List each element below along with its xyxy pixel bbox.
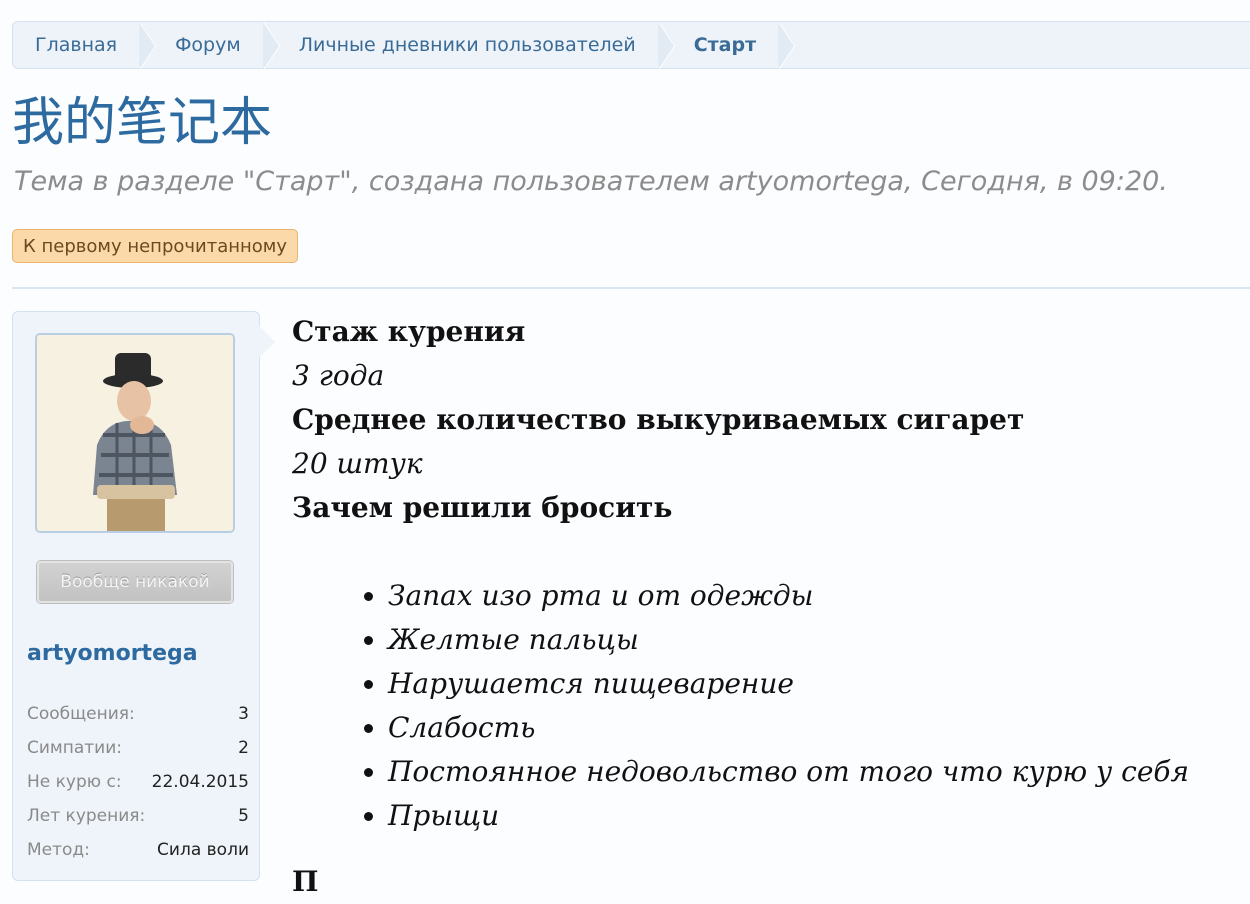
thread-meta: Тема в разделе "Старт", создана пользова… bbox=[14, 166, 1168, 197]
stat-label: Сообщения: bbox=[27, 704, 135, 724]
breadcrumb: Главная Форум Личные дневники пользовате… bbox=[12, 21, 1250, 70]
why-quit-heading: Зачем решили бросить bbox=[292, 491, 673, 524]
first-unread-button[interactable]: К первому непрочитанному bbox=[12, 229, 299, 263]
smoking-experience-value: 3 года bbox=[292, 359, 385, 392]
avg-cigarettes-value: 20 штук bbox=[292, 447, 423, 480]
breadcrumb-start[interactable]: Старт bbox=[672, 22, 796, 70]
smoking-experience-heading: Стаж курения bbox=[292, 315, 526, 348]
stat-smoking-years: Лет курения: 5 bbox=[27, 799, 249, 833]
stat-value: Сила воли bbox=[157, 840, 249, 860]
stat-quit-date: Не курю с: 22.04.2015 bbox=[27, 765, 249, 799]
next-heading-partial: П bbox=[292, 865, 319, 898]
breadcrumb-home[interactable]: Главная bbox=[13, 22, 157, 70]
stat-likes: Симпатии: 2 bbox=[27, 731, 249, 765]
list-item: Слабость bbox=[388, 706, 1242, 750]
stat-value: 2 bbox=[238, 738, 249, 758]
breadcrumb-personal-diaries[interactable]: Личные дневники пользователей bbox=[277, 22, 675, 70]
stat-method: Метод: Сила воли bbox=[27, 833, 249, 867]
author-sidebar: Вообще никакой artyomortega Сообщения: 3… bbox=[12, 311, 260, 881]
list-item: Запах изо рта и от одежды bbox=[388, 574, 1242, 618]
list-item: Желтые пальцы bbox=[388, 618, 1242, 662]
stat-value: 22.04.2015 bbox=[151, 772, 249, 792]
stat-messages: Сообщения: 3 bbox=[27, 697, 249, 731]
avatar-image bbox=[37, 335, 233, 531]
avg-cigarettes-heading: Среднее количество выкуриваемых сигарет bbox=[292, 403, 1025, 436]
stat-label: Метод: bbox=[27, 840, 90, 860]
stat-label: Не курю с: bbox=[27, 772, 122, 792]
author-username[interactable]: artyomortega bbox=[27, 641, 198, 666]
list-item: Нарушается пищеварение bbox=[388, 662, 1242, 706]
stat-label: Лет курения: bbox=[27, 806, 146, 826]
page-title: 我的笔记本 bbox=[12, 93, 273, 153]
stat-value[interactable]: 3 bbox=[238, 704, 249, 724]
stat-label: Симпатии: bbox=[27, 738, 123, 758]
list-item: Постоянное недовольство от того что курю… bbox=[388, 750, 1242, 794]
list-item: Прыщи bbox=[388, 794, 1242, 838]
sidebar-pointer bbox=[258, 325, 275, 359]
rank-badge: Вообще никакой bbox=[37, 561, 233, 603]
avatar[interactable] bbox=[35, 333, 235, 533]
divider bbox=[12, 287, 1250, 289]
reasons-list: Запах изо рта и от одежды Желтые пальцы … bbox=[292, 574, 1242, 838]
post-body: Стаж курения 3 года Среднее количество в… bbox=[292, 310, 1242, 904]
author-stats: Сообщения: 3 Симпатии: 2 Не курю с: 22.0… bbox=[27, 697, 249, 867]
stat-value: 5 bbox=[238, 806, 249, 826]
breadcrumb-forum[interactable]: Форум bbox=[153, 22, 280, 70]
